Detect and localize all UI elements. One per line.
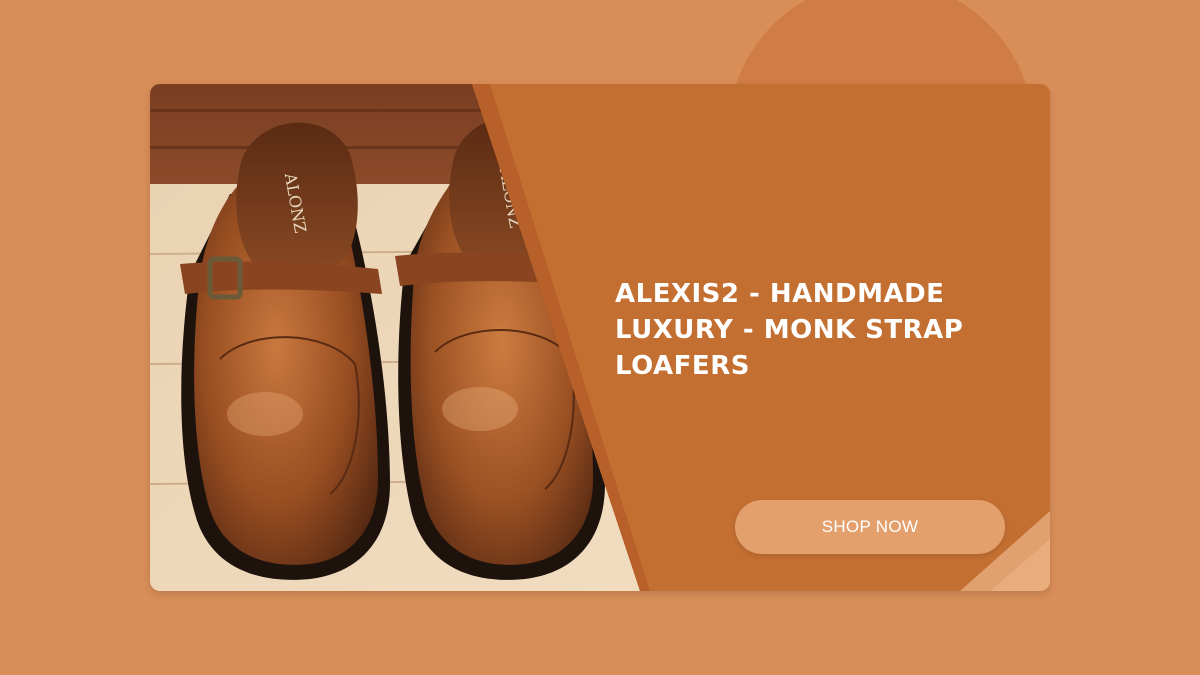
promo-banner-card: ALONZ ALONZ ALEXIS2 - HANDMADE LUXURY [150, 84, 1050, 591]
product-title: ALEXIS2 - HANDMADE LUXURY - MONK STRAP L… [615, 279, 964, 381]
shop-now-button[interactable]: SHOP NOW [735, 500, 1005, 554]
